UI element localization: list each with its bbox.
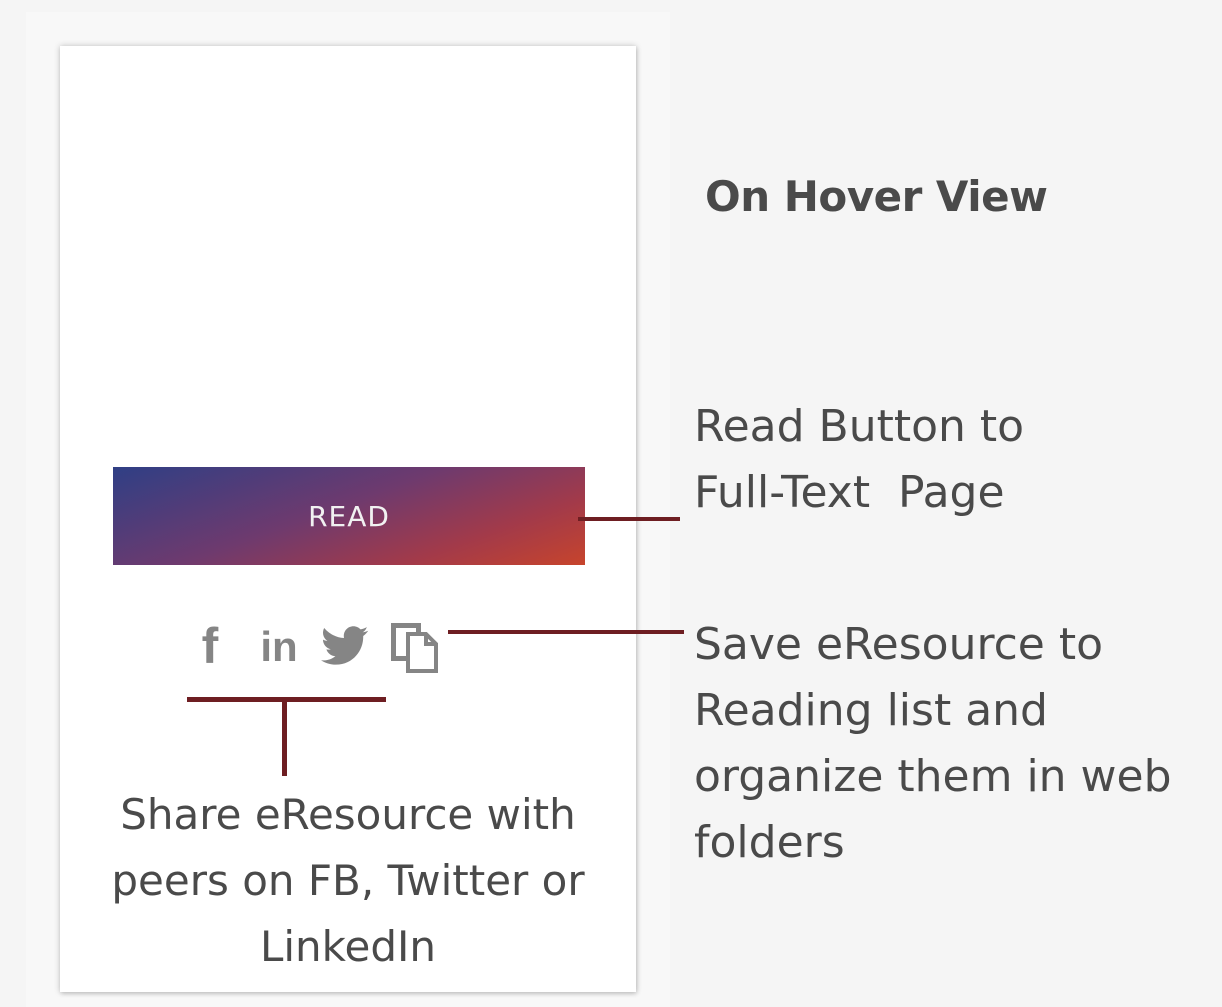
linkedin-icon[interactable]: in xyxy=(254,622,304,672)
save-annotation: Save eResource to Reading list and organ… xyxy=(694,612,1172,876)
save-connector-line xyxy=(448,630,684,634)
annotation-line: folders xyxy=(694,817,845,868)
read-button-annotation: Read Button to Full-Text Page xyxy=(694,394,1024,526)
twitter-icon[interactable] xyxy=(320,626,370,666)
save-to-list-icon[interactable] xyxy=(388,620,440,674)
annotation-line: Full-Text Page xyxy=(694,467,1005,518)
annotation-line: organize them in web xyxy=(694,751,1172,802)
annotation-line: Share eResource with xyxy=(120,790,576,839)
share-annotation: Share eResource with peers on FB, Twitte… xyxy=(60,782,636,980)
annotation-line: Save eResource to xyxy=(694,619,1103,670)
annotation-line: peers on FB, Twitter or xyxy=(111,856,585,905)
facebook-icon[interactable]: f xyxy=(192,618,228,674)
share-connector-line xyxy=(282,700,287,776)
annotation-line: Read Button to xyxy=(694,401,1025,452)
read-connector-line xyxy=(578,517,680,521)
hover-view-heading: On Hover View xyxy=(705,172,1048,221)
read-button[interactable]: READ xyxy=(113,467,585,565)
annotation-line: LinkedIn xyxy=(259,922,437,971)
annotation-line: Reading list and xyxy=(694,685,1048,736)
